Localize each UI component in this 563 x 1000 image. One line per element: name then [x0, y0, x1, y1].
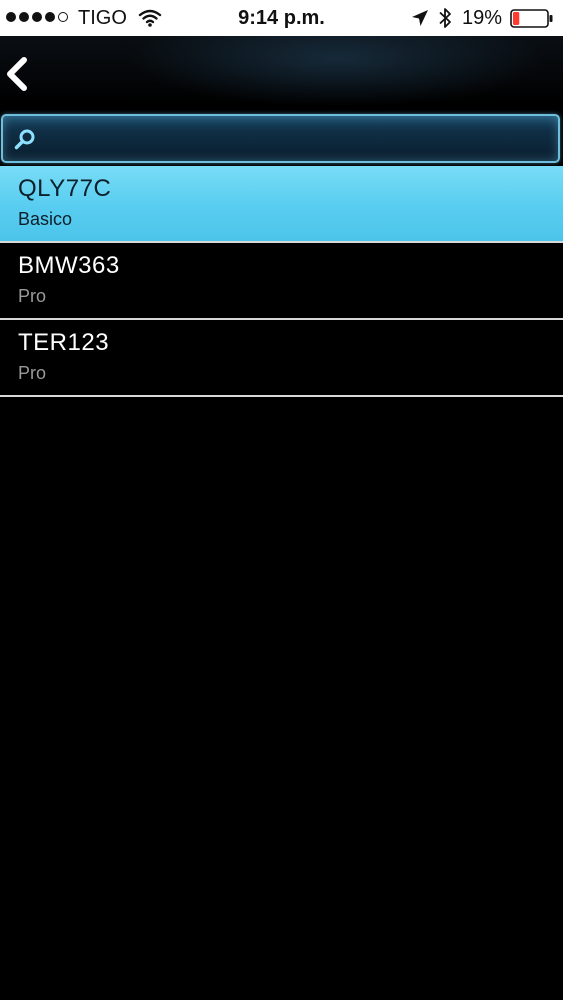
list-item-subtitle: Pro — [18, 286, 47, 306]
list-item[interactable]: QLY77C Basico — [0, 166, 563, 243]
list-item[interactable]: BMW363 Pro — [0, 243, 563, 320]
list-item-title: BMW363 — [18, 252, 120, 279]
search-field[interactable] — [1, 114, 560, 163]
location-icon — [412, 10, 428, 26]
status-bar: TIGO 9:14 p.m. 19% — [0, 0, 563, 36]
search-bar — [0, 112, 563, 166]
list-item[interactable]: TER123 Pro — [0, 320, 563, 397]
search-icon — [14, 129, 35, 150]
list-item-title: TER123 — [18, 329, 110, 356]
vehicle-list: QLY77C Basico BMW363 Pro TER123 Pro — [0, 166, 563, 397]
battery-percent: 19% — [462, 7, 503, 29]
battery-icon — [510, 9, 553, 28]
back-button[interactable] — [0, 50, 44, 98]
bluetooth-icon — [439, 8, 451, 28]
list-item-subtitle: Pro — [18, 363, 47, 383]
list-item-title: QLY77C — [18, 175, 112, 202]
navigation-bar — [0, 36, 563, 112]
search-input[interactable] — [43, 124, 552, 156]
chevron-left-icon — [7, 57, 27, 91]
list-item-subtitle: Basico — [18, 209, 73, 229]
